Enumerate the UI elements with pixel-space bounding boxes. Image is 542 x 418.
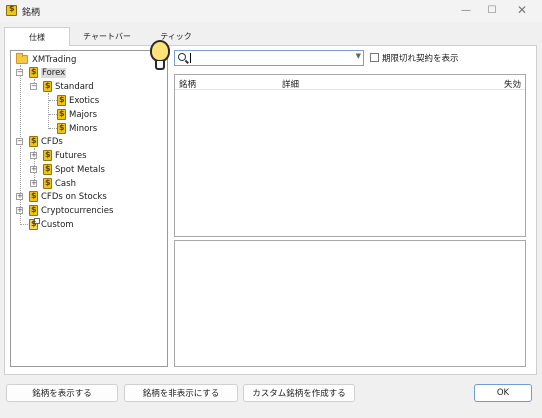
collapse-toggle[interactable]: −: [16, 138, 23, 145]
show-expired-label[interactable]: 期限切れ契約を表示: [382, 52, 459, 64]
lightbulb-icon: [148, 40, 172, 74]
tree-item-futures[interactable]: + Futures: [29, 149, 159, 162]
symbol-detail-panel: [174, 240, 526, 367]
symbol-table[interactable]: 銘柄 詳細 失効: [174, 74, 526, 237]
tree-item-minors[interactable]: Minors: [57, 122, 157, 135]
symbol-folder-icon: [29, 136, 38, 147]
tree-item-cfds-on-stocks[interactable]: + CFDs on Stocks: [15, 190, 165, 203]
show-expired-checkbox[interactable]: [370, 53, 379, 62]
symbol-folder-icon: [43, 178, 52, 189]
symbol-folder-icon: [43, 81, 52, 92]
close-button[interactable]: ✕: [508, 0, 536, 20]
tree-item-majors[interactable]: Majors: [57, 108, 157, 121]
tree-item-cfds[interactable]: − CFDs: [15, 135, 155, 148]
collapse-toggle[interactable]: −: [16, 69, 23, 76]
search-icon: [178, 53, 186, 61]
symbol-folder-icon: [43, 164, 52, 175]
tree-item-standard[interactable]: − Standard: [29, 80, 159, 93]
expand-toggle[interactable]: +: [16, 193, 23, 200]
text-cursor: [190, 53, 191, 63]
symbol-folder-icon: [29, 191, 38, 202]
expand-toggle[interactable]: +: [30, 166, 37, 173]
ok-button[interactable]: OK: [474, 384, 532, 402]
tree-item-forex[interactable]: − Forex: [15, 66, 155, 79]
tree-item-cryptocurrencies[interactable]: + Cryptocurrencies: [15, 204, 165, 217]
folder-icon: [16, 53, 28, 64]
minimize-button[interactable]: —: [452, 0, 480, 20]
show-symbol-button[interactable]: 銘柄を表示する: [6, 384, 118, 402]
chevron-down-icon[interactable]: ▼: [356, 52, 361, 60]
symbol-folder-icon: [57, 95, 66, 106]
expand-toggle[interactable]: +: [16, 207, 23, 214]
symbol-folder-icon: [57, 109, 66, 120]
symbol-search-box[interactable]: ▼: [174, 50, 364, 66]
custom-symbol-folder-icon: [29, 218, 40, 230]
symbol-folder-icon: [43, 150, 52, 161]
symbol-tree[interactable]: XMTrading − Forex − Standard Exotics Maj…: [10, 50, 168, 367]
title-bar: 銘柄 — ☐ ✕: [0, 0, 542, 22]
tree-item-cash[interactable]: + Cash: [29, 177, 159, 190]
expand-toggle[interactable]: +: [30, 180, 37, 187]
symbol-folder-icon: [29, 205, 38, 216]
symbol-folder-icon: [57, 123, 66, 134]
tree-item-exotics[interactable]: Exotics: [57, 94, 157, 107]
tree-item-custom[interactable]: Custom: [15, 218, 155, 231]
expand-toggle[interactable]: +: [30, 152, 37, 159]
search-input[interactable]: [189, 52, 349, 64]
create-custom-symbol-button[interactable]: カスタム銘柄を作成する: [243, 384, 355, 402]
tree-item-spot-metals[interactable]: + Spot Metals: [29, 163, 159, 176]
symbol-coin-icon: [6, 4, 17, 16]
tab-specification[interactable]: 仕様: [4, 27, 70, 46]
collapse-toggle[interactable]: −: [30, 83, 37, 90]
symbol-folder-icon: [29, 67, 38, 78]
tab-chart-bars[interactable]: チャートバー: [74, 27, 140, 45]
hide-symbol-button[interactable]: 銘柄を非表示にする: [124, 384, 238, 402]
maximize-button[interactable]: ☐: [478, 0, 506, 20]
tree-item-xmtrading[interactable]: XMTrading: [15, 53, 135, 66]
window-title: 銘柄: [22, 8, 41, 18]
